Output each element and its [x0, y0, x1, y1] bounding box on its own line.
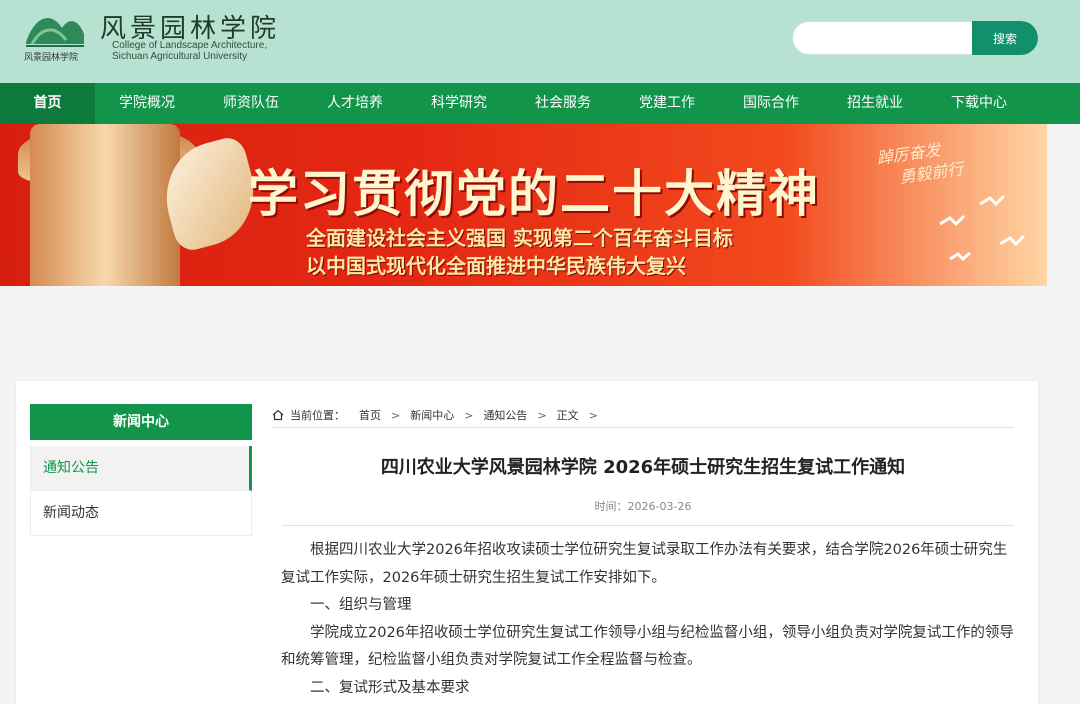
- nav-item-service[interactable]: 社会服务: [511, 83, 615, 124]
- home-icon: [272, 409, 284, 421]
- article-heading: 一、组织与管理: [310, 597, 412, 613]
- sidebar-item-news[interactable]: 新闻动态: [30, 491, 252, 536]
- sidebar-item-notices[interactable]: 通知公告: [30, 446, 252, 491]
- article-heading: 二、复试形式及基本要求: [310, 679, 470, 696]
- breadcrumb-news-center[interactable]: 新闻中心: [410, 407, 454, 423]
- site-header: 风景园林学院 风景园林学院 College of Landscape Archi…: [0, 0, 1080, 83]
- nav-item-party[interactable]: 党建工作: [615, 83, 719, 124]
- breadcrumb-label: 当前位置：: [290, 409, 345, 422]
- article-time: 时间：2026-03-26: [594, 500, 692, 513]
- article-body: 根据四川农业大学2026年招收攻读硕士学位研究生复试录取工作办法有关要求，结合学…: [281, 537, 1017, 702]
- chevron-right-icon: >: [588, 408, 598, 422]
- main-nav: 首页 学院概况 师资队伍 人才培养 科学研究 社会服务 党建工作 国际合作 招生…: [0, 83, 1080, 124]
- nav-item-research[interactable]: 科学研究: [407, 83, 511, 124]
- search-button[interactable]: 搜索: [972, 21, 1038, 55]
- chevron-right-icon: >: [391, 408, 401, 422]
- sidebar: 新闻中心 通知公告 新闻动态: [30, 404, 252, 536]
- article-title: 四川农业大学风景园林学院 2026年硕士研究生招生复试工作通知: [380, 457, 906, 478]
- logo-caption: 风景园林学院: [24, 53, 79, 63]
- huabiao-pillar-icon: [30, 124, 180, 286]
- search-box: 搜索: [792, 21, 1038, 55]
- breadcrumb: 当前位置： 首页 > 新闻中心 > 通知公告 > 正文 >: [272, 403, 1014, 428]
- nav-item-about[interactable]: 学院概况: [95, 83, 199, 124]
- nav-item-faculty[interactable]: 师资队伍: [199, 83, 303, 124]
- breadcrumb-current: 正文: [556, 409, 579, 422]
- breadcrumb-home[interactable]: 首页: [359, 407, 381, 423]
- banner-subtitle-2: 以中国式现代化全面推进中华民族伟大复兴: [306, 254, 686, 278]
- nav-item-home[interactable]: 首页: [0, 83, 95, 124]
- nav-item-education[interactable]: 人才培养: [303, 83, 407, 124]
- brand-name-en-line1: College of Landscape Architecture,: [112, 40, 268, 51]
- breadcrumb-notices[interactable]: 通知公告: [483, 407, 527, 423]
- nav-item-admissions[interactable]: 招生就业: [823, 83, 927, 124]
- brand-name-en-line2: Sichuan Agricultural University: [112, 51, 248, 62]
- chevron-right-icon: >: [537, 408, 547, 422]
- article-paragraph: 根据四川农业大学2026年招收攻读硕士学位研究生复试录取工作办法有关要求，结合学…: [281, 542, 1008, 586]
- nav-item-downloads[interactable]: 下载中心: [927, 83, 1031, 124]
- search-input[interactable]: [792, 21, 972, 55]
- banner-title: 学习贯彻党的二十大精神: [248, 164, 820, 223]
- banner-subtitle-1: 全面建设社会主义强国 实现第二个百年奋斗目标: [306, 226, 733, 250]
- chevron-right-icon: >: [464, 408, 474, 422]
- sidebar-title: 新闻中心: [30, 404, 252, 440]
- nav-item-international[interactable]: 国际合作: [719, 83, 823, 124]
- divider: [282, 525, 1014, 526]
- doves-icon: [939, 194, 1026, 262]
- hero-banner[interactable]: 学习贯彻党的二十大精神 全面建设社会主义强国 实现第二个百年奋斗目标 以中国式现…: [0, 124, 1047, 286]
- article-paragraph: 学院成立2026年招收硕士学位研究生复试工作领导小组与纪检监督小组，领导小组负责…: [281, 624, 1014, 669]
